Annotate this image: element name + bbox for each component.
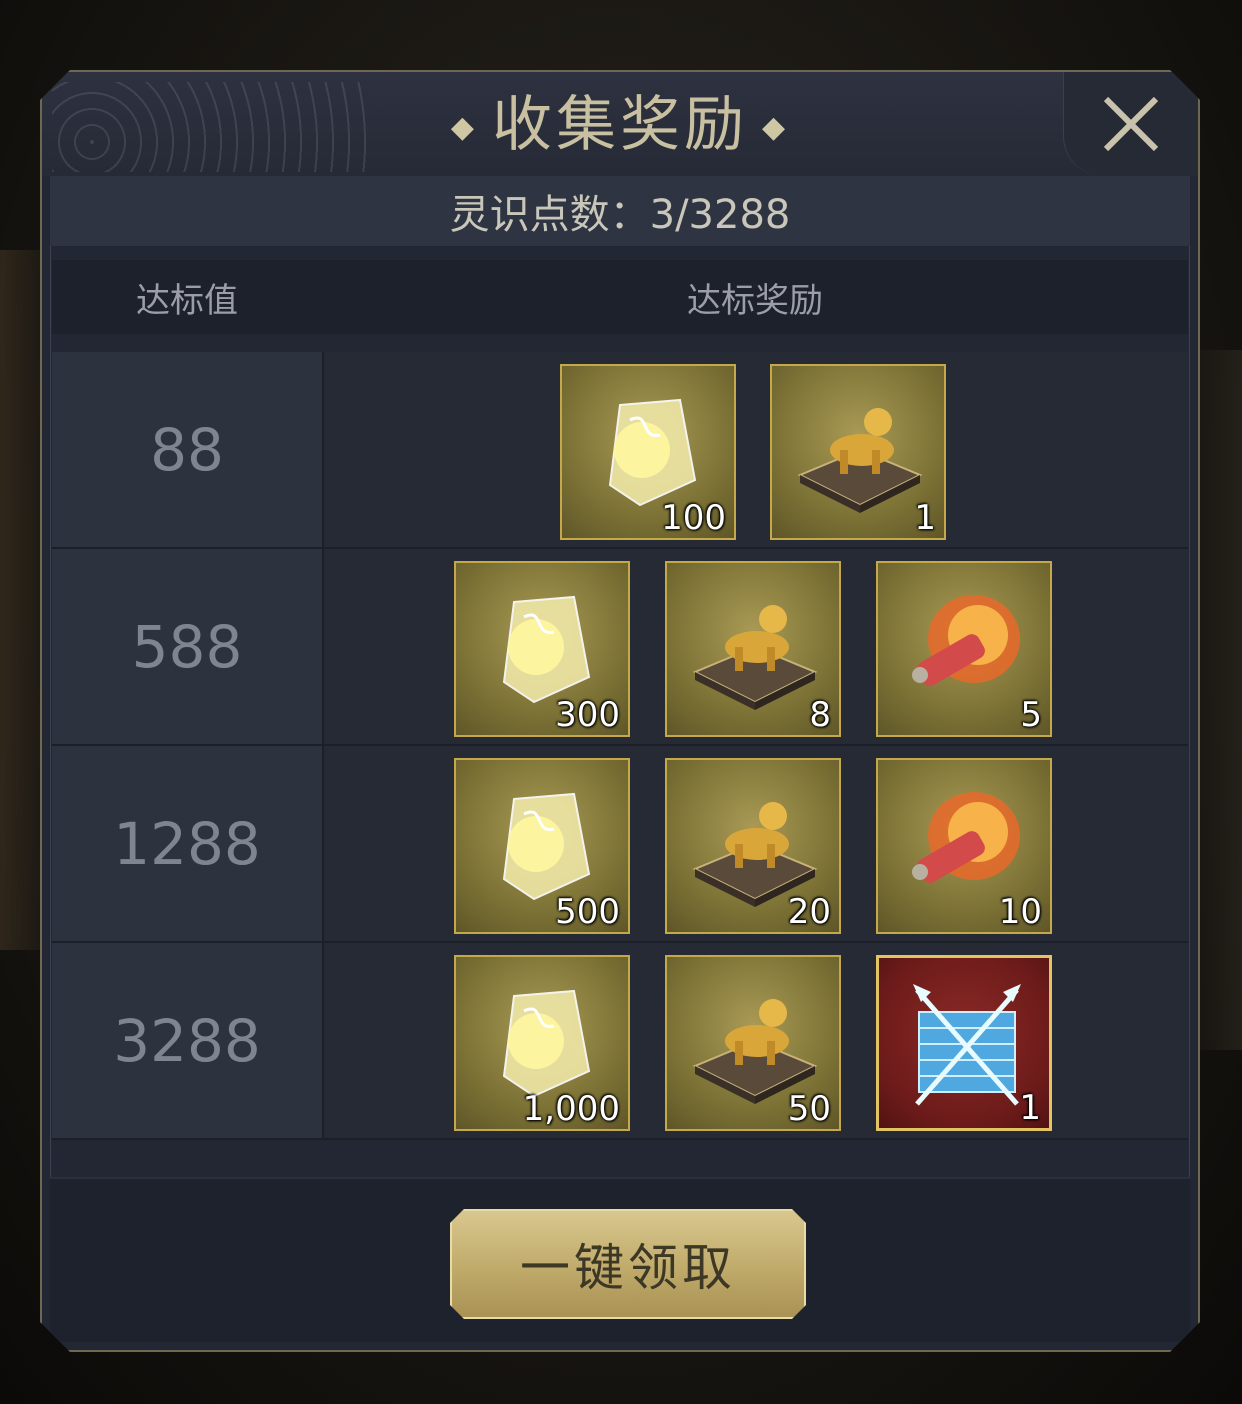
item-quantity: 500 — [555, 892, 620, 932]
close-icon — [1100, 93, 1162, 155]
dialog-title-row: ◆ 收集奖励 ◆ — [42, 90, 1198, 163]
item-quantity: 8 — [809, 695, 831, 735]
reward-column-header: 达标奖励 — [687, 280, 823, 321]
reward-items: 300 8 5 — [324, 549, 1188, 744]
reward-item[interactable]: 100 — [560, 364, 736, 540]
title-dot-icon: ◆ — [450, 110, 478, 146]
reward-item[interactable]: 50 — [665, 955, 841, 1131]
reward-items: 500 20 10 — [324, 746, 1188, 941]
threshold-value: 588 — [52, 549, 324, 744]
fire-scroll-icon — [896, 577, 1036, 717]
reward-item[interactable]: 20 — [665, 758, 841, 934]
threshold-value: 88 — [52, 352, 324, 547]
threshold-column-header: 达标值 — [136, 280, 238, 321]
dialog-title: 收集奖励 — [492, 90, 748, 160]
reward-item[interactable]: 500 — [454, 758, 630, 934]
close-button[interactable] — [1063, 72, 1198, 176]
reward-row: 88 100 1 — [52, 352, 1188, 549]
column-header: 达标值 达标奖励 — [52, 260, 1188, 334]
item-quantity: 100 — [661, 498, 726, 538]
reward-row: 588 300 8 5 — [52, 549, 1188, 746]
item-quantity: 5 — [1020, 695, 1042, 735]
reward-row: 3288 1,000 50 1 — [52, 943, 1188, 1140]
reward-item[interactable]: 5 — [876, 561, 1052, 737]
reward-items: 100 1 — [324, 352, 1188, 547]
item-quantity: 1,000 — [522, 1089, 620, 1129]
dialog-header: ◆ 收集奖励 ◆ — [42, 72, 1198, 176]
reward-item[interactable]: 1 — [770, 364, 946, 540]
crossed-spears-chest-icon — [897, 972, 1037, 1112]
item-quantity: 1 — [1019, 1088, 1041, 1128]
reward-item[interactable]: 300 — [454, 561, 630, 737]
title-dot-icon: ◆ — [762, 110, 790, 146]
reward-row: 1288 500 20 10 — [52, 746, 1188, 943]
reward-item[interactable]: 1,000 — [454, 955, 630, 1131]
points-label: 灵识点数：3/3288 — [449, 192, 791, 238]
reward-item[interactable]: 8 — [665, 561, 841, 737]
reward-item[interactable]: 10 — [876, 758, 1052, 934]
reward-items: 1,000 50 1 — [324, 943, 1188, 1138]
dialog-footer: 一键领取 — [50, 1177, 1190, 1342]
golden-beast-statue-icon — [790, 380, 930, 520]
reward-item[interactable]: 1 — [876, 955, 1052, 1131]
threshold-value: 1288 — [52, 746, 324, 941]
item-quantity: 300 — [555, 695, 620, 735]
golden-beast-statue-icon — [685, 577, 825, 717]
item-quantity: 10 — [998, 892, 1042, 932]
points-bar: 灵识点数：3/3288 — [50, 176, 1190, 246]
item-quantity: 1 — [914, 498, 936, 538]
claim-all-button[interactable]: 一键领取 — [450, 1209, 806, 1319]
item-quantity: 50 — [787, 1089, 831, 1129]
reward-rows: 88 100 1 588 300 8 5 1288 500 20 10 3288… — [52, 352, 1188, 1140]
collect-rewards-dialog: ◆ 收集奖励 ◆ 灵识点数：3/3288 达标值 达标奖励 88 100 1 5… — [40, 70, 1200, 1352]
item-quantity: 20 — [787, 892, 831, 932]
threshold-value: 3288 — [52, 943, 324, 1138]
